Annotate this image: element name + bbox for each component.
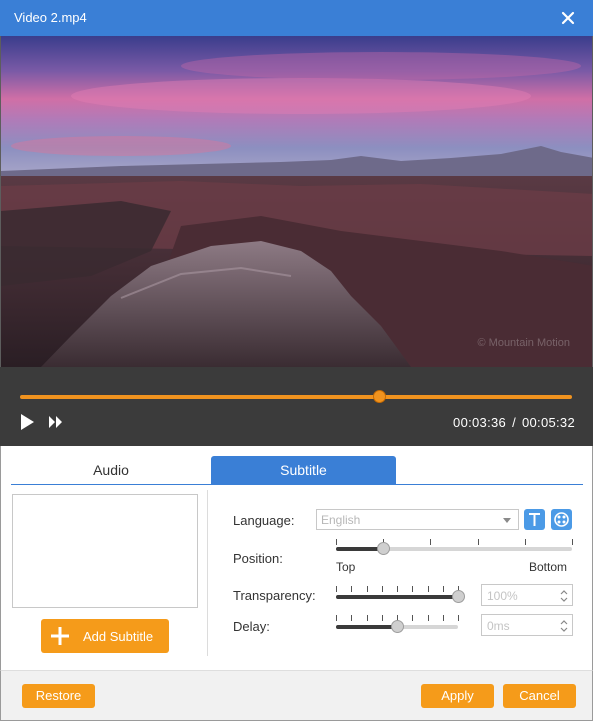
transparency-input[interactable]: 100% [481, 584, 573, 606]
slider-tick [336, 586, 337, 592]
transparency-slider[interactable] [336, 590, 465, 603]
slider-tick [351, 615, 353, 621]
slider-tick [381, 615, 383, 621]
subtitle-list[interactable] [12, 494, 198, 608]
video-watermark: © Mountain Motion [477, 337, 571, 349]
transparency-fill [336, 595, 458, 599]
transparency-ticks [336, 586, 459, 592]
slider-tick [381, 586, 383, 592]
time-display: 00:03:36 / 00:05:32 [453, 415, 575, 430]
delay-slider[interactable] [336, 620, 458, 633]
time-separator: / [512, 415, 516, 430]
delay-value: 0ms [487, 619, 510, 633]
transparency-thumb[interactable] [452, 590, 465, 603]
add-subtitle-label: Add Subtitle [83, 629, 154, 644]
language-select[interactable]: English [316, 509, 519, 530]
slider-tick [458, 615, 459, 621]
progress-thumb[interactable] [372, 390, 386, 403]
tab-underline [11, 484, 583, 485]
position-slider[interactable] [336, 542, 572, 555]
effect-button[interactable] [551, 509, 572, 530]
transparency-value: 100% [487, 589, 518, 603]
slider-tick [366, 586, 368, 592]
plus-icon [51, 627, 69, 645]
slider-tick [336, 615, 337, 621]
slider-tick [397, 586, 398, 592]
current-time: 00:03:36 [453, 415, 507, 430]
slider-tick [572, 539, 573, 545]
delay-input[interactable]: 0ms [481, 614, 573, 636]
slider-tick [427, 615, 429, 621]
slider-tick [477, 539, 479, 545]
total-time: 00:05:32 [521, 415, 575, 430]
delay-fill [336, 625, 397, 629]
language-value: English [321, 513, 361, 527]
divider [207, 490, 208, 656]
language-label: Language: [233, 513, 295, 528]
delay-label: Delay: [233, 619, 270, 634]
playback-controls: 00:03:36 / 00:05:32 [0, 367, 593, 446]
settings-panel: Audio Subtitle Add Subtitle Language: En… [0, 446, 593, 670]
cancel-button[interactable]: Cancel [503, 684, 576, 708]
slider-tick [442, 615, 444, 621]
slider-tick [430, 539, 432, 545]
dialog-footer: Restore Apply Cancel [0, 670, 593, 721]
transparency-label: Transparency: [233, 588, 316, 603]
slider-tick [336, 539, 337, 545]
slider-tick [366, 615, 368, 621]
video-preview[interactable]: © Mountain Motion [0, 36, 593, 367]
close-icon[interactable] [559, 9, 577, 27]
position-ticks [336, 539, 573, 545]
delay-thumb[interactable] [391, 620, 404, 633]
slider-tick [442, 586, 444, 592]
restore-button[interactable]: Restore [22, 684, 95, 708]
spin-arrows-icon[interactable] [560, 589, 568, 603]
font-icon [529, 513, 540, 526]
spin-arrows-icon[interactable] [560, 619, 568, 633]
video-frame [1, 36, 592, 367]
position-label: Position: [233, 551, 283, 566]
font-button[interactable] [524, 509, 545, 530]
effect-icon [554, 512, 569, 527]
slider-tick [427, 586, 429, 592]
progress-bar[interactable] [20, 390, 572, 403]
slider-tick [351, 586, 353, 592]
slider-tick [412, 586, 414, 592]
slider-tick [524, 539, 526, 545]
position-fill [336, 547, 384, 551]
chevron-down-icon [503, 518, 511, 523]
apply-button[interactable]: Apply [421, 684, 494, 708]
tab-audio[interactable]: Audio [11, 456, 211, 485]
fast-forward-icon[interactable] [48, 415, 64, 429]
slider-tick [412, 615, 414, 621]
play-icon[interactable] [18, 413, 36, 431]
position-bottom-label: Bottom [529, 560, 568, 574]
title-bar: Video 2.mp4 [0, 0, 593, 36]
tab-subtitle[interactable]: Subtitle [211, 456, 396, 485]
window-title: Video 2.mp4 [14, 10, 87, 25]
add-subtitle-button[interactable]: Add Subtitle [41, 619, 169, 653]
position-thumb[interactable] [377, 542, 391, 555]
position-top-label: Top [336, 560, 356, 574]
